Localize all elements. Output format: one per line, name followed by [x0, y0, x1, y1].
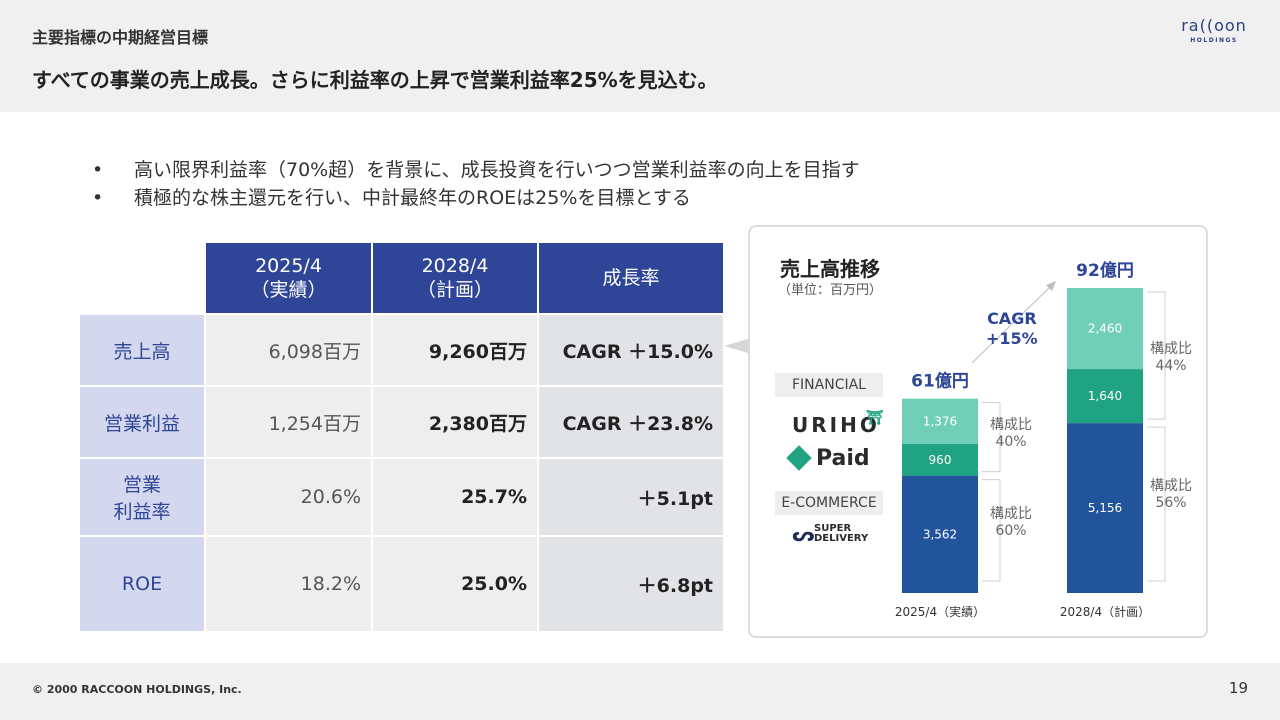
stacked-bar-chart: 3,562 960 1,376 61億円 2025/4（実績） 5,156 1,640 2,4… — [895, 260, 1166, 619]
cell-plan: 25.0% — [371, 535, 539, 633]
category-label: 2028/4（計画） — [1060, 604, 1150, 619]
page-number: 19 — [1228, 679, 1248, 697]
bullet-item: • 積極的な株主還元を行い、中計最終年のROEは25%を目標とする — [92, 184, 860, 212]
bar-value-label: 2,460 — [1088, 322, 1122, 336]
row-label: 営業利益 — [78, 385, 206, 459]
sales-chart-panel: 売上高推移 （単位：百万円） FINANCIAL URIHO⛩ Paid E-C… — [748, 225, 1208, 638]
bullet-dot-icon: • — [92, 187, 104, 209]
bar-value-label: 3,562 — [923, 527, 957, 541]
cell-actual: 1,254百万 — [204, 385, 373, 459]
bar-total-label: 92億円 — [1076, 260, 1134, 281]
table-row: 営業 利益率 20.6% 25.7% ＋5.1pt — [78, 457, 725, 537]
kpi-table: 2025/4 （実績） 2028/4 （計画） 成長率 売上高 6,098百万 9,… — [78, 241, 725, 633]
bar-value-label: 1,640 — [1088, 389, 1122, 403]
cell-growth: CAGR ＋15.0% — [537, 313, 725, 387]
bar-value-label: 5,156 — [1088, 501, 1122, 515]
composition-label-2028-lower: 構成比 56% — [1150, 478, 1192, 511]
copyright-text: © 2000 RACCOON HOLDINGS, Inc. — [32, 683, 242, 696]
row-label: 営業 利益率 — [78, 457, 206, 537]
cell-plan: 2,380百万 — [371, 385, 539, 459]
row-label: 売上高 — [78, 313, 206, 387]
table-row: ROE 18.2% 25.0% ＋6.8pt — [78, 535, 725, 633]
slide-headline: すべての事業の売上成長。さらに利益率の上昇で営業利益率25%を見込む。 — [32, 68, 718, 92]
cagr-annotation: CAGR +15% — [986, 309, 1038, 348]
company-logo: ra((oon HOLDINGS — [1168, 16, 1260, 44]
category-label: 2025/4（実績） — [895, 604, 985, 619]
table-row: 売上高 6,098百万 9,260百万 CAGR ＋15.0% — [78, 313, 725, 387]
logo-subtitle: HOLDINGS — [1190, 37, 1238, 44]
bullet-list: • 高い限界利益率（70%超）を背景に、成長投資を行いつつ営業利益率の向上を目指す… — [92, 156, 860, 212]
section-title: 主要指標の中期経営目標 — [32, 28, 209, 47]
header-growth: 成長率 — [537, 241, 725, 315]
bar-total-label: 61億円 — [911, 371, 969, 392]
header-actual: 2025/4 （実績） — [204, 241, 373, 315]
callout-arrow-icon — [724, 339, 748, 353]
table-row: 営業利益 1,254百万 2,380百万 CAGR ＋23.8% — [78, 385, 725, 459]
cell-actual: 18.2% — [204, 535, 373, 633]
slide-header: 主要指標の中期経営目標 すべての事業の売上成長。さらに利益率の上昇で営業利益率2… — [0, 0, 1280, 112]
cell-plan: 25.7% — [371, 457, 539, 537]
cell-actual: 6,098百万 — [204, 313, 373, 387]
cell-plan: 9,260百万 — [371, 313, 539, 387]
cell-growth: ＋5.1pt — [537, 457, 725, 537]
table-corner — [78, 241, 206, 315]
cell-growth: CAGR ＋23.8% — [537, 385, 725, 459]
bullet-dot-icon: • — [92, 159, 104, 181]
bullet-item: • 高い限界利益率（70%超）を背景に、成長投資を行いつつ営業利益率の向上を目指す — [92, 156, 860, 184]
slide-footer: © 2000 RACCOON HOLDINGS, Inc. 19 — [0, 663, 1280, 720]
composition-label-2025-lower: 構成比 60% — [990, 506, 1032, 539]
bar-value-label: 960 — [929, 453, 952, 467]
cell-growth: ＋6.8pt — [537, 535, 725, 633]
logo-wordmark: ra((oon — [1181, 16, 1247, 35]
bar-value-label: 1,376 — [923, 414, 957, 428]
composition-label-2025-upper: 構成比 40% — [990, 417, 1032, 450]
composition-label-2028-upper: 構成比 44% — [1150, 341, 1192, 374]
row-label: ROE — [78, 535, 206, 633]
header-plan: 2028/4 （計画） — [371, 241, 539, 315]
cell-actual: 20.6% — [204, 457, 373, 537]
